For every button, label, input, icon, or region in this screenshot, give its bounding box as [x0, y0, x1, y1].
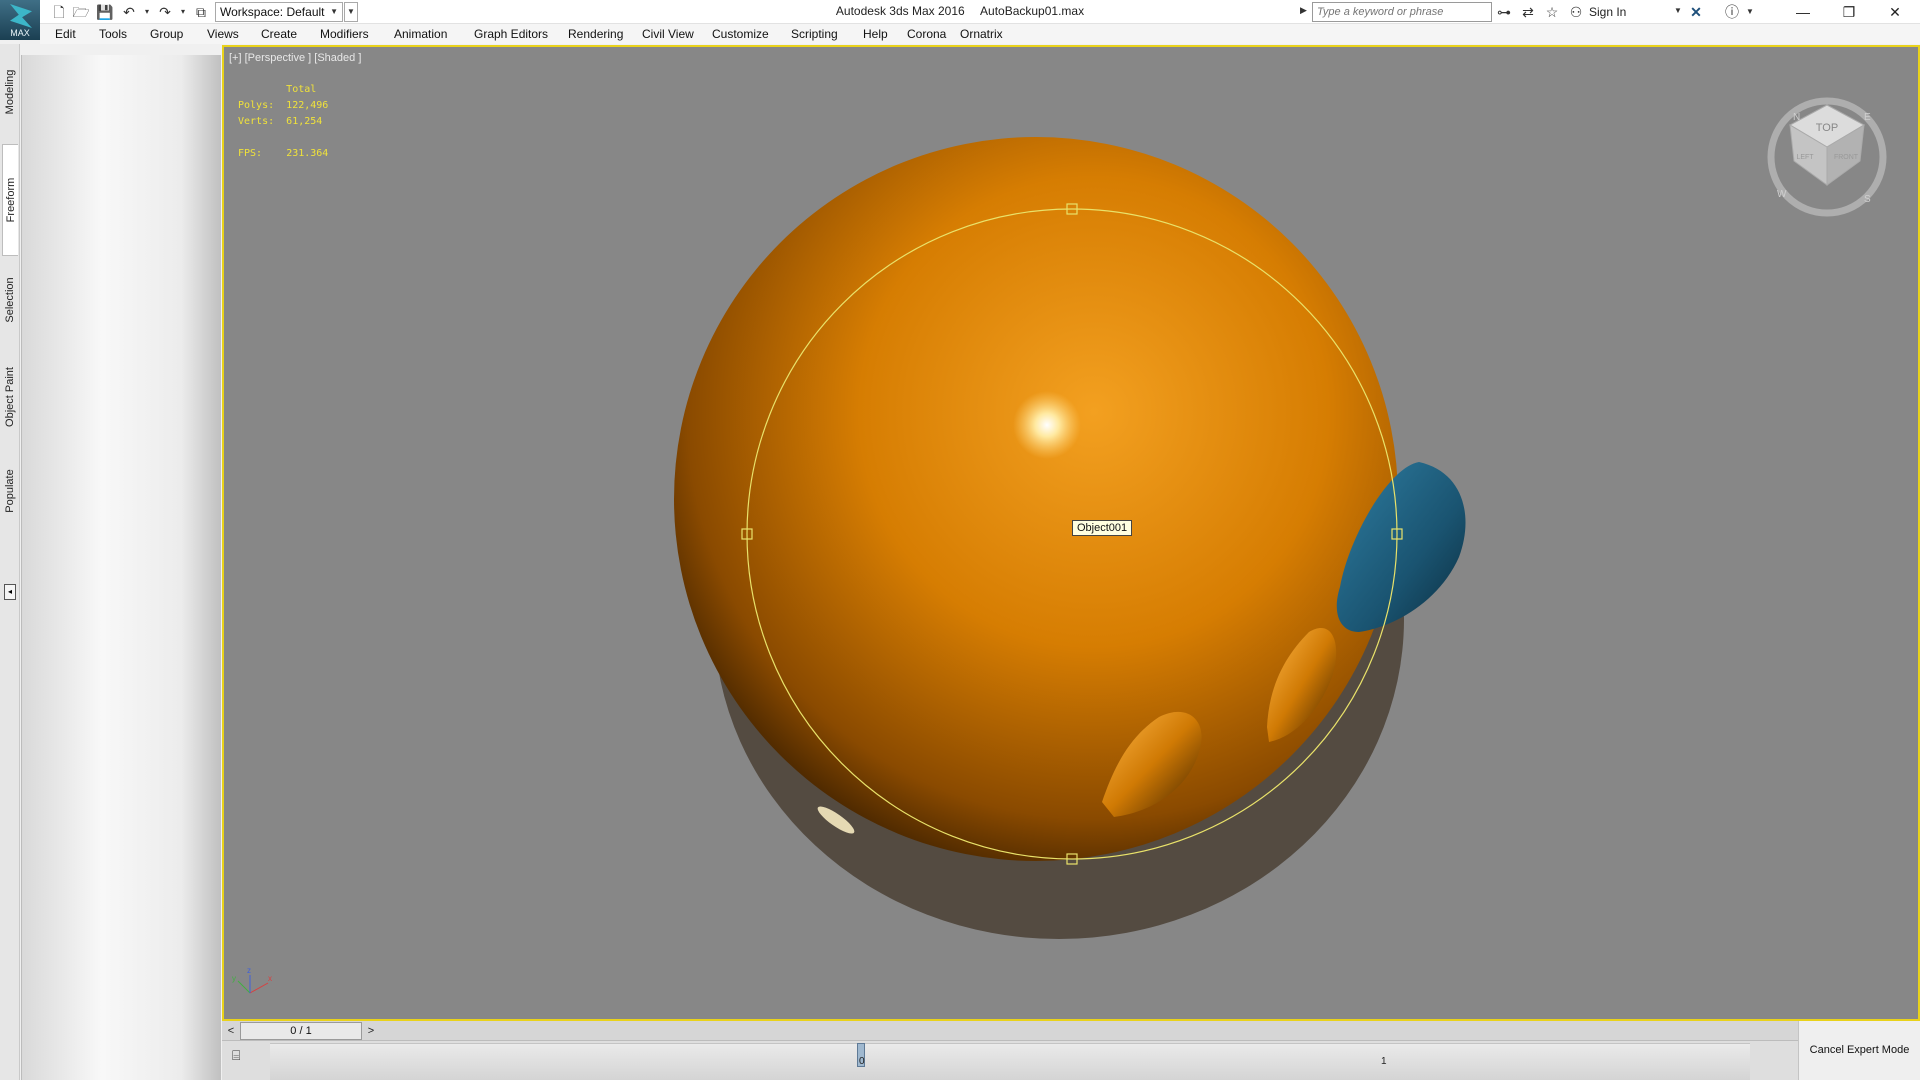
cancel-expert-mode-button[interactable]: Cancel Expert Mode: [1798, 1021, 1920, 1080]
menu-create[interactable]: Create: [261, 27, 297, 41]
viewcube-front-label: FRONT: [1834, 154, 1859, 161]
menu-edit[interactable]: Edit: [55, 27, 76, 41]
menu-tools[interactable]: Tools: [99, 27, 127, 41]
compass-e-label: E: [1864, 112, 1871, 123]
menu-customize[interactable]: Customize: [712, 27, 769, 41]
quick-access-customize-icon[interactable]: ▼: [344, 2, 358, 22]
compass-n-label: N: [1793, 112, 1800, 123]
tab-freeform[interactable]: Freeform: [2, 144, 18, 256]
time-slider-prev-button[interactable]: <: [224, 1023, 238, 1039]
viewcube-top-label: TOP: [1816, 122, 1838, 134]
mini-curve-editor-icon[interactable]: ⌸: [232, 1047, 254, 1069]
undo-icon[interactable]: ↶: [120, 3, 138, 21]
viewcube[interactable]: TOP LEFT FRONT N E S W: [1767, 97, 1887, 217]
menu-animation[interactable]: Animation: [394, 27, 447, 41]
perspective-viewport[interactable]: TOP LEFT FRONT N E S W x y z [+] [Perspe…: [222, 45, 1920, 1021]
workspace-label: Workspace: Default: [220, 5, 325, 19]
stats-verts-label: Verts:: [238, 116, 275, 127]
help-dropdown-icon[interactable]: ▼: [1740, 3, 1760, 21]
menu-help[interactable]: Help: [863, 27, 888, 41]
help-icon[interactable]: ⓘ: [1722, 3, 1742, 21]
stats-header: Total: [286, 84, 317, 95]
menu-corona[interactable]: Corona: [907, 27, 946, 41]
title-bar: MAX 🗋 🗁 💾 ↶ ▾ ↷ ▾ ⧉ Workspace: Default ▼…: [0, 0, 1920, 40]
axis-y-label: y: [232, 974, 236, 983]
user-icon: ⚇: [1569, 4, 1583, 20]
tab-object-paint[interactable]: Object Paint: [2, 344, 18, 450]
tab-modeling[interactable]: Modeling: [2, 54, 18, 130]
frame-label-end: 1: [1381, 1056, 1387, 1067]
binoculars-icon[interactable]: ⊶: [1494, 3, 1514, 21]
tab-label: Populate: [4, 469, 16, 513]
time-slider[interactable]: < 0 / 1 >: [222, 1021, 1798, 1041]
restore-icon[interactable]: ❐: [1826, 0, 1872, 24]
compass-w-label: W: [1777, 189, 1787, 200]
stats-polys-value: 122,496: [286, 100, 329, 111]
menu-modifiers[interactable]: Modifiers: [320, 27, 369, 41]
menu-bar: Edit Tools Group Views Create Modifiers …: [40, 24, 1920, 44]
project-folder-icon[interactable]: ⧉: [192, 3, 210, 21]
redo-dropdown-icon[interactable]: ▾: [174, 3, 192, 21]
tab-label: Object Paint: [4, 367, 16, 427]
axis-z-label: z: [247, 966, 251, 975]
sign-in-button[interactable]: Sign In: [1589, 5, 1626, 19]
axis-tripod-icon: x y z: [232, 966, 272, 994]
undo-dropdown-icon[interactable]: ▾: [138, 3, 156, 21]
tab-populate[interactable]: Populate: [2, 448, 18, 534]
stats-verts-value: 61,254: [286, 116, 323, 127]
tab-selection[interactable]: Selection: [2, 252, 18, 348]
stats-fps-label: FPS:: [238, 148, 263, 159]
workspace-dropdown[interactable]: Workspace: Default ▼: [215, 2, 343, 22]
app-name: Autodesk 3ds Max 2016: [835, 4, 965, 18]
axis-x-label: x: [268, 974, 272, 983]
ribbon-panel: [21, 55, 221, 1080]
viewport-statistics: Total Polys: 122,496 Verts: 61,254 FPS: …: [238, 82, 328, 162]
app-logo-icon: [10, 4, 32, 28]
chevron-down-icon: ▼: [330, 7, 338, 16]
object-name-tooltip: Object001: [1072, 520, 1133, 536]
minimize-icon[interactable]: —: [1780, 0, 1826, 24]
tab-label: Selection: [4, 277, 16, 323]
time-slider-next-button[interactable]: >: [364, 1023, 378, 1039]
track-bar[interactable]: [270, 1043, 1750, 1080]
compass-s-label: S: [1864, 194, 1871, 205]
exchange-icon[interactable]: ⇄: [1518, 3, 1538, 21]
frame-label-start: 0: [859, 1056, 865, 1067]
autodesk-x-icon[interactable]: ✕: [1686, 3, 1706, 21]
tab-label: Modeling: [4, 69, 16, 115]
orange-sphere[interactable]: [674, 137, 1398, 861]
search-expand-icon[interactable]: ▶: [1300, 5, 1307, 16]
menu-rendering[interactable]: Rendering: [568, 27, 623, 41]
save-icon[interactable]: 💾: [96, 3, 114, 21]
menu-scripting[interactable]: Scripting: [791, 27, 838, 41]
ribbon-tab-strip: Modeling Freeform Selection Object Paint…: [0, 44, 20, 1080]
new-file-icon[interactable]: 🗋: [50, 3, 68, 21]
viewport-label-menu[interactable]: [+] [Perspective ] [Shaded ]: [229, 52, 361, 64]
time-slider-thumb[interactable]: 0 / 1: [240, 1022, 362, 1040]
stats-fps-value: 231.364: [286, 148, 329, 159]
app-logo-text: MAX: [10, 28, 30, 38]
specular-highlight: [1013, 391, 1081, 459]
stats-polys-label: Polys:: [238, 100, 275, 111]
chevron-down-icon[interactable]: ▼: [1674, 6, 1682, 15]
viewcube-left-label: LEFT: [1796, 154, 1814, 161]
tab-label: Freeform: [4, 177, 17, 223]
search-input[interactable]: [1312, 2, 1492, 22]
menu-group[interactable]: Group: [150, 27, 183, 41]
redo-icon[interactable]: ↷: [156, 3, 174, 21]
application-menu-button[interactable]: MAX: [0, 0, 40, 40]
menu-graph-editors[interactable]: Graph Editors: [474, 27, 548, 41]
favorites-star-icon[interactable]: ☆: [1542, 3, 1562, 21]
close-icon[interactable]: ✕: [1872, 0, 1918, 24]
ribbon-minimize-toggle[interactable]: ◂: [4, 584, 16, 600]
file-name: AutoBackup01.max: [980, 4, 1085, 18]
open-file-icon[interactable]: 🗁: [72, 3, 90, 21]
menu-civil-view[interactable]: Civil View: [642, 27, 694, 41]
menu-views[interactable]: Views: [207, 27, 239, 41]
timeline-panel: < 0 / 1 > ⌸ 0 1: [222, 1021, 1798, 1080]
menu-ornatrix[interactable]: Ornatrix: [960, 27, 1003, 41]
